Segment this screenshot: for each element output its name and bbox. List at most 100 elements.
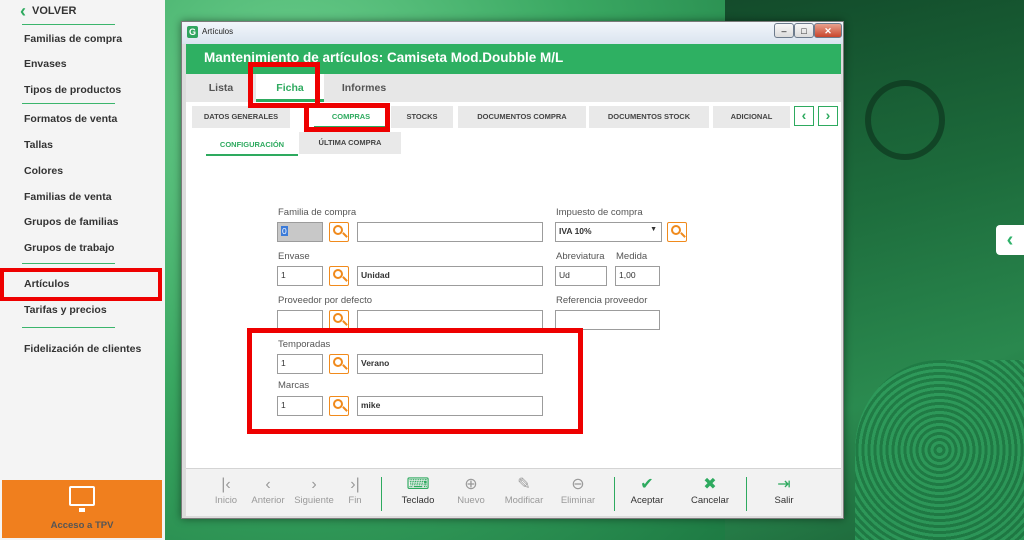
delete-label: Eliminar: [560, 495, 596, 506]
app-icon: G: [187, 26, 198, 38]
highlight-box: [304, 103, 390, 132]
minimize-button[interactable]: –: [774, 23, 794, 38]
divider: [614, 477, 615, 511]
cancel-button[interactable]: ✖ Cancelar: [688, 475, 732, 506]
familia-compra-desc-field[interactable]: [357, 222, 543, 242]
delete-button[interactable]: ⊖ Eliminar: [558, 475, 598, 506]
tab-configuracion[interactable]: CONFIGURACIÓN: [206, 134, 298, 156]
tab-datos-generales[interactable]: DATOS GENERALES: [192, 106, 290, 128]
sidebar-item-fidelizacion[interactable]: Fidelización de clientes: [24, 343, 141, 355]
next-label: Siguiente: [294, 495, 334, 506]
pencil-icon: ✎: [517, 476, 531, 493]
referencia-proveedor-field[interactable]: [555, 310, 660, 330]
first-label: Inicio: [214, 495, 238, 506]
cancel-circle-icon: ✖: [703, 476, 717, 493]
divider: [22, 263, 115, 264]
minus-icon: ⊖: [571, 476, 585, 493]
medida-field[interactable]: 1,00: [615, 266, 660, 286]
sidebar-item-formatos-venta[interactable]: Formatos de venta: [24, 113, 117, 125]
tab-lista[interactable]: Lista: [186, 74, 256, 102]
check-circle-icon: ✔: [640, 476, 654, 493]
familia-compra-code: 0: [281, 226, 288, 236]
abreviatura-field[interactable]: Ud: [555, 266, 607, 286]
add-icon: ⊕: [464, 476, 478, 493]
previous-icon: ‹: [265, 476, 271, 493]
first-button[interactable]: |‹ Inicio: [210, 475, 242, 506]
divider: [22, 327, 115, 328]
chevron-right-icon[interactable]: ›: [818, 106, 838, 126]
edit-label: Modificar: [504, 495, 544, 506]
keyboard-icon: ⌨: [406, 476, 430, 493]
first-icon: |‹: [221, 476, 231, 493]
search-icon[interactable]: [329, 266, 349, 286]
close-button[interactable]: ✕: [814, 23, 842, 38]
proveedor-label: Proveedor por defecto: [278, 295, 373, 306]
exit-button[interactable]: ⇥ Salir: [768, 475, 800, 506]
exit-icon: ⇥: [777, 476, 791, 493]
sidebar-item-tallas[interactable]: Tallas: [24, 139, 53, 151]
proveedor-desc-field[interactable]: [357, 310, 543, 330]
window-title: Artículos: [202, 27, 234, 36]
divider: [22, 103, 115, 104]
referencia-proveedor-label: Referencia proveedor: [556, 295, 648, 306]
last-button[interactable]: ›| Fin: [344, 475, 366, 506]
envase-code-field[interactable]: 1: [277, 266, 323, 286]
back-label: VOLVER: [32, 5, 77, 17]
sidebar-item-familias-venta[interactable]: Familias de venta: [24, 191, 112, 203]
sidebar-item-envases[interactable]: Envases: [24, 58, 67, 70]
accept-label: Aceptar: [630, 495, 664, 506]
last-icon: ›|: [350, 476, 360, 493]
search-icon[interactable]: [329, 310, 349, 330]
edit-button[interactable]: ✎ Modificar: [500, 475, 548, 506]
keyboard-button[interactable]: ⌨ Teclado: [398, 475, 438, 506]
tab-informes[interactable]: Informes: [324, 74, 404, 102]
previous-label: Anterior: [251, 495, 285, 506]
chevron-left-icon: ‹: [20, 1, 26, 21]
divider: [22, 24, 115, 25]
sidebar-item-tipos-productos[interactable]: Tipos de productos: [24, 84, 121, 96]
sidebar-item-familias-compra[interactable]: Familias de compra: [24, 33, 122, 45]
new-button[interactable]: ⊕ Nuevo: [454, 475, 488, 506]
maximize-button[interactable]: □: [794, 23, 814, 38]
impuesto-compra-select[interactable]: IVA 10% ▼: [555, 222, 662, 242]
divider: [746, 477, 747, 511]
chevron-left-icon[interactable]: ‹: [794, 106, 814, 126]
exit-label: Salir: [774, 495, 794, 506]
impuesto-compra-label: Impuesto de compra: [556, 207, 643, 218]
tpv-label: Acceso a TPV: [50, 520, 114, 531]
tpv-access-button[interactable]: Acceso a TPV: [2, 480, 162, 538]
sidebar: ‹ VOLVER Familias de compra Envases Tipo…: [0, 0, 165, 540]
new-label: Nuevo: [457, 495, 485, 506]
tab-stocks[interactable]: STOCKS: [391, 106, 453, 128]
search-icon[interactable]: [667, 222, 687, 242]
abreviatura-label: Abreviatura: [556, 251, 605, 262]
accept-button[interactable]: ✔ Aceptar: [626, 475, 668, 506]
envase-label: Envase: [278, 251, 310, 262]
sidebar-item-colores[interactable]: Colores: [24, 165, 63, 177]
sidebar-item-tarifas[interactable]: Tarifas y precios: [24, 304, 107, 316]
proveedor-code-field[interactable]: [277, 310, 323, 330]
tab-documentos-stock[interactable]: DOCUMENTOS STOCK: [589, 106, 709, 128]
search-icon[interactable]: [329, 222, 349, 242]
window-titlebar: G Artículos – □ ✕: [182, 22, 843, 44]
dropdown-arrow-icon: ▼: [650, 226, 657, 233]
familia-compra-code-field[interactable]: 0: [277, 222, 323, 242]
sidebar-item-grupos-familias[interactable]: Grupos de familias: [24, 216, 119, 228]
side-panel-toggle-icon[interactable]: ‹: [996, 225, 1024, 255]
previous-button[interactable]: ‹ Anterior: [248, 475, 288, 506]
tab-adicional[interactable]: ADICIONAL: [713, 106, 790, 128]
highlight-box: [248, 62, 320, 108]
back-button[interactable]: ‹ VOLVER: [20, 2, 76, 20]
action-toolbar: |‹ Inicio ‹ Anterior › Siguiente ›| Fin ⌨ Tec…: [186, 468, 841, 516]
cancel-label: Cancelar: [690, 495, 730, 506]
monitor-icon: [69, 486, 95, 512]
sidebar-item-grupos-trabajo[interactable]: Grupos de trabajo: [24, 242, 114, 254]
tab-ultima-compra[interactable]: ÚLTIMA COMPRA: [299, 132, 401, 154]
articulos-window: G Artículos – □ ✕ Mantenimiento de artíc…: [181, 21, 844, 519]
envase-desc-field[interactable]: Unidad: [357, 266, 543, 286]
tab-documentos-compra[interactable]: DOCUMENTOS COMPRA: [458, 106, 586, 128]
next-icon: ›: [311, 476, 317, 493]
keyboard-label: Teclado: [401, 495, 435, 506]
next-button[interactable]: › Siguiente: [290, 475, 338, 506]
impuesto-compra-value: IVA 10%: [559, 226, 592, 236]
